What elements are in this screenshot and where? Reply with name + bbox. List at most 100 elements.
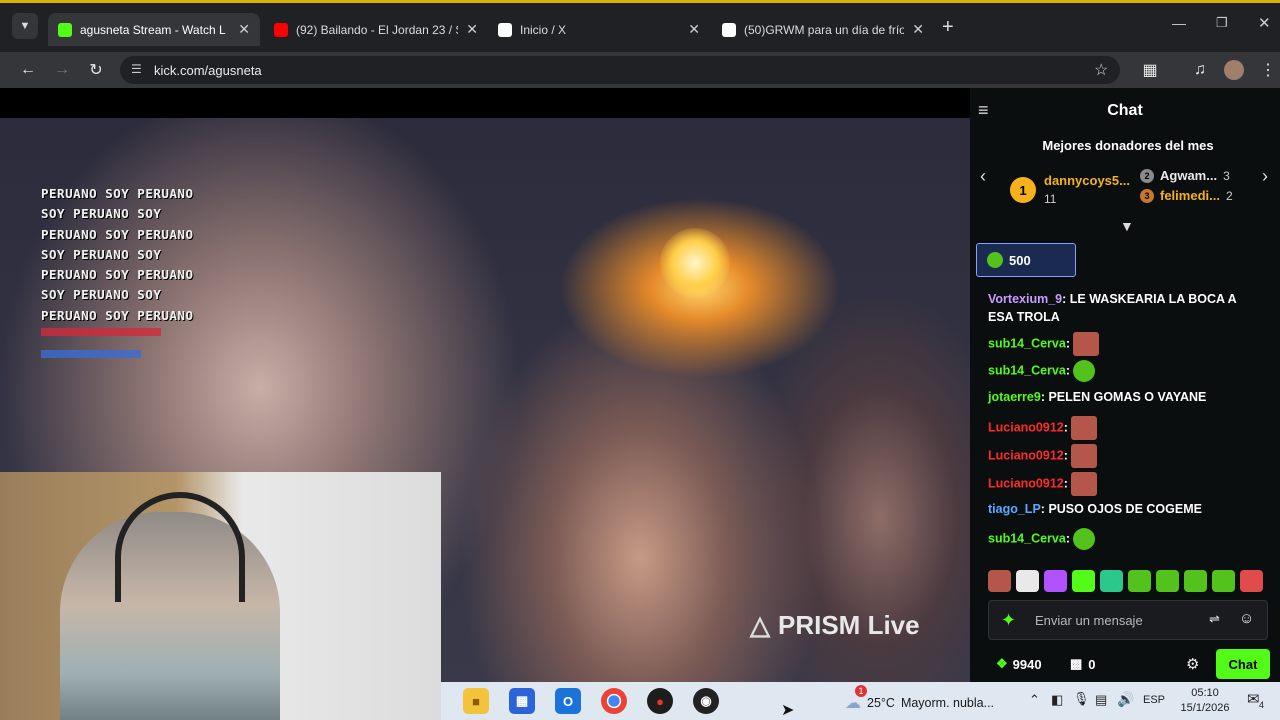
quick-emote-icon[interactable]: [1184, 570, 1207, 592]
colon: :: [1065, 363, 1074, 378]
chat-message[interactable]: Luciano0912:: [988, 472, 1098, 496]
quick-emote-icon[interactable]: [1100, 570, 1123, 592]
translate-icon[interactable]: ⇌: [1209, 611, 1220, 627]
tab[interactable]: (92) Bailando - El Jordan 23 / St ✕: [264, 13, 488, 46]
donors-prev-button[interactable]: ‹: [980, 166, 986, 187]
forward-button[interactable]: →: [50, 58, 74, 82]
close-tab-icon[interactable]: ✕: [688, 21, 700, 38]
chat-message[interactable]: sub14_Cerva:: [988, 332, 1100, 356]
pepe-emote-icon[interactable]: [1071, 416, 1098, 440]
tab-title: (92) Bailando - El Jordan 23 / St: [296, 22, 459, 37]
close-tab-icon[interactable]: ✕: [466, 21, 478, 38]
overlay-line: PERUANO SOY PERUANO: [41, 186, 194, 201]
tray-chevron-icon[interactable]: ⌃: [1029, 692, 1040, 708]
pinned-gift-badge[interactable]: 500: [976, 243, 1076, 277]
quick-emote-icon[interactable]: [1240, 570, 1263, 592]
pepe-emote-icon[interactable]: [1071, 444, 1098, 468]
light-flare: [660, 228, 730, 298]
reload-icon: ↻: [89, 62, 103, 79]
chat-username[interactable]: Luciano0912: [988, 420, 1064, 434]
network-icon[interactable]: ▤: [1095, 692, 1107, 708]
music-icon: ♫: [1194, 61, 1206, 78]
volume-icon[interactable]: 🔊: [1117, 691, 1134, 708]
outlook-icon[interactable]: O: [555, 688, 581, 714]
quick-emote-icon[interactable]: [1212, 570, 1235, 592]
send-chat-button[interactable]: Chat: [1216, 649, 1270, 679]
file-explorer-icon[interactable]: ■: [463, 688, 489, 714]
chat-username[interactable]: jotaerre9: [988, 390, 1041, 404]
menu-button[interactable]: ⋮: [1256, 58, 1280, 82]
restore-window-button[interactable]: ❐: [1216, 15, 1228, 31]
tray-meet-icon[interactable]: ◧: [1051, 692, 1063, 708]
app-icon[interactable]: ●: [647, 688, 673, 714]
chat-username[interactable]: Luciano0912: [988, 476, 1064, 490]
chat-message[interactable]: Luciano0912:: [988, 444, 1098, 468]
chat-username[interactable]: Vortexium_9: [988, 292, 1062, 306]
tab[interactable]: agusneta Stream - Watch L ✕: [48, 13, 260, 46]
close-window-button[interactable]: ✕: [1258, 14, 1271, 32]
store-icon[interactable]: ▦: [509, 688, 535, 714]
chat-message[interactable]: jotaerre9: PELEN GOMAS O VAYANE: [988, 388, 1206, 406]
chat-message[interactable]: Vortexium_9: LE WASKEARIA LA BOCA A ESA T…: [988, 290, 1258, 326]
address-bar[interactable]: ☰ kick.com/agusneta ☆: [120, 56, 1120, 84]
channel-points[interactable]: ❖ 9940: [996, 656, 1042, 672]
tab-title: Inicio / X: [520, 22, 567, 37]
extensions-button[interactable]: ▦: [1138, 58, 1162, 82]
profile-avatar[interactable]: [1224, 60, 1244, 80]
site-info-icon[interactable]: ☰: [131, 62, 142, 76]
donor-entry[interactable]: 1 dannycoys5... 11: [1010, 172, 1130, 208]
chat-username[interactable]: Luciano0912: [988, 448, 1064, 462]
obs-icon[interactable]: ◉: [693, 688, 719, 714]
chat-username[interactable]: sub14_Cerva: [988, 531, 1066, 545]
green-emote-icon[interactable]: [1073, 528, 1096, 550]
quick-emote-icon[interactable]: [1156, 570, 1179, 592]
chat-message[interactable]: sub14_Cerva:: [988, 528, 1096, 550]
chat-message[interactable]: Luciano0912:: [988, 416, 1098, 440]
green-emote-icon[interactable]: [1073, 360, 1096, 382]
new-tab-button[interactable]: +: [942, 16, 954, 39]
clock[interactable]: 05:10 15/1/2026: [1173, 686, 1237, 716]
gifts-counter[interactable]: ▩ 0: [1070, 656, 1096, 672]
donors-next-button[interactable]: ›: [1262, 166, 1268, 187]
back-button[interactable]: ←: [16, 58, 40, 82]
quick-emote-icon[interactable]: [1016, 570, 1039, 592]
quick-emote-icon[interactable]: [1072, 570, 1095, 592]
headset-icon: [115, 492, 245, 602]
rank-badge-icon: 1: [1010, 177, 1036, 203]
tab[interactable]: Inicio / X ✕: [488, 13, 710, 46]
expand-donors-icon[interactable]: ▼: [1120, 218, 1134, 234]
minimize-window-button[interactable]: —: [1172, 15, 1186, 31]
media-controls-button[interactable]: ♫: [1188, 58, 1212, 82]
chat-message[interactable]: sub14_Cerva:: [988, 360, 1096, 382]
tab[interactable]: (50)GRWM para un día de frío ✕: [712, 13, 934, 46]
chat-input[interactable]: ✦ Enviar un mensaje ⇌ ☺: [988, 600, 1268, 640]
chat-message[interactable]: tiago_LP: PUSO OJOS DE COGEME: [988, 500, 1202, 518]
chat-username[interactable]: tiago_LP: [988, 502, 1041, 516]
emoji-picker-icon[interactable]: ☺: [1239, 610, 1254, 627]
weather-widget[interactable]: ☁ 25°C Mayorm. nubla...: [845, 693, 994, 713]
language-indicator[interactable]: ESP: [1143, 694, 1165, 706]
chat-settings-button[interactable]: ⚙: [1186, 655, 1199, 673]
bookmark-star-icon[interactable]: ☆: [1094, 60, 1108, 80]
donor-amount: 2: [1225, 188, 1233, 203]
close-tab-icon[interactable]: ✕: [238, 21, 250, 38]
overlay-line: SOY PERUANO SOY: [41, 246, 162, 262]
quick-emote-icon[interactable]: [1044, 570, 1067, 592]
donor-entry[interactable]: 3 felimedi... 2: [1140, 188, 1233, 203]
donor-amount: 3: [1223, 168, 1230, 183]
stream-chat-overlay: PERUANO SOY PERUANO SOY PERUANO SOY PERUAN…: [41, 184, 194, 326]
reload-button[interactable]: ↻: [84, 58, 108, 82]
close-tab-icon[interactable]: ✕: [912, 21, 924, 38]
notifications-icon[interactable]: ✉: [1247, 690, 1260, 708]
pepe-emote-icon[interactable]: [1073, 332, 1100, 356]
browser-tab-bar: ▼ agusneta Stream - Watch L ✕ (92) Bailand…: [0, 0, 1280, 52]
quick-emote-icon[interactable]: [988, 570, 1011, 592]
chat-username[interactable]: sub14_Cerva: [988, 336, 1066, 350]
chat-username[interactable]: sub14_Cerva: [988, 363, 1066, 377]
pepe-emote-icon[interactable]: [1071, 472, 1098, 496]
donor-entry[interactable]: 2 Agwam... 3: [1140, 168, 1230, 183]
tab-search-button[interactable]: ▼: [12, 13, 38, 39]
microphone-icon[interactable]: 🎙: [1073, 691, 1090, 707]
chrome-icon[interactable]: [601, 688, 627, 714]
quick-emote-icon[interactable]: [1128, 570, 1151, 592]
